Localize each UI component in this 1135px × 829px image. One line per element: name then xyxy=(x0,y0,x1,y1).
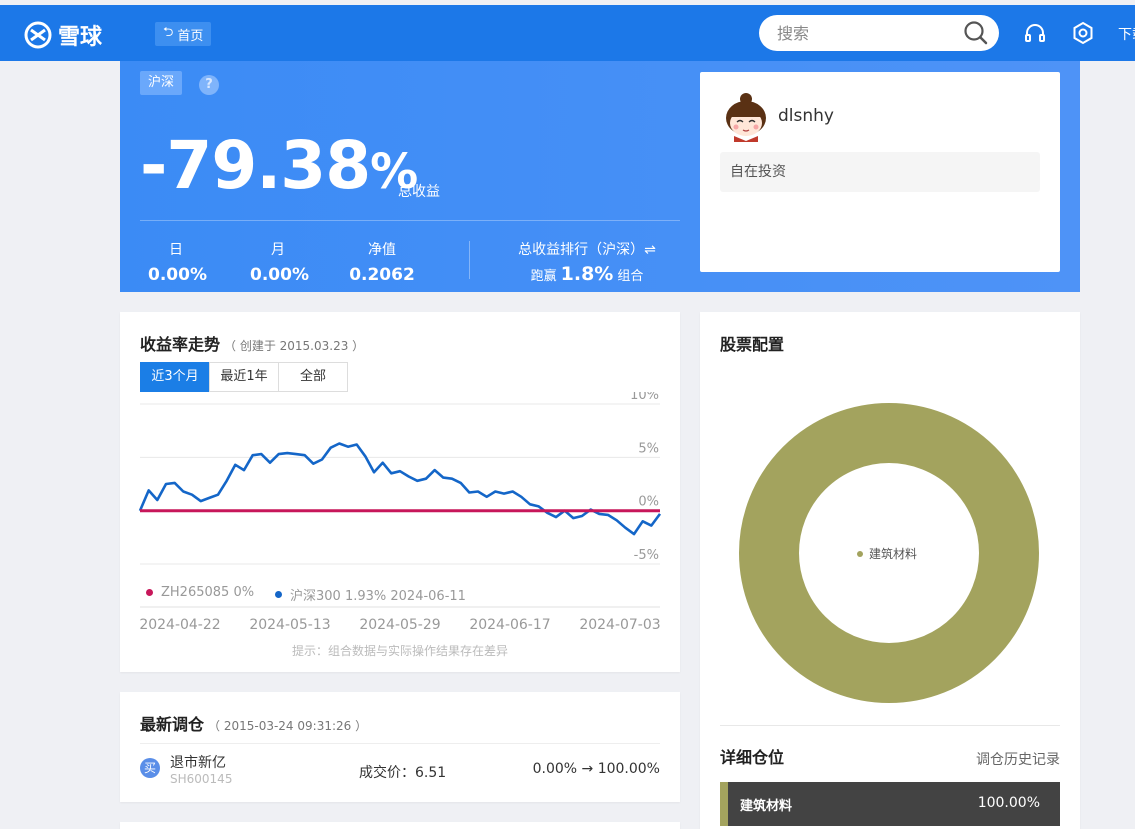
trend-title-text: 收益率走势 xyxy=(140,335,221,354)
avatar[interactable] xyxy=(724,92,768,142)
x-tick-label: 2024-04-22 xyxy=(139,617,220,632)
donut-label-dot xyxy=(857,550,863,557)
data-disclaimer: 提示：组合数据与实际操作结果存在差异 xyxy=(291,644,508,658)
latest-rebalance-card: 最新调仓（ 2015-03-24 09:31:26 ） 买 退市新亿 SH600… xyxy=(120,692,680,802)
search-icon[interactable] xyxy=(963,20,989,46)
divider xyxy=(720,725,1060,726)
stat-value: 0.2062 xyxy=(349,265,415,285)
tab-1-year[interactable]: 最近1年 xyxy=(209,362,279,392)
legend-item-index[interactable]: 沪深300 1.93% 2024-06-11 xyxy=(275,585,466,604)
x-tick-label: 2024-05-29 xyxy=(359,617,440,632)
stat-label: 日 xyxy=(169,242,183,258)
range-tabs: 近3个月 最近1年 全部 xyxy=(140,362,348,392)
total-return-label: 总收益 xyxy=(398,184,440,200)
legend-text: 沪深300 1.93% 2024-06-11 xyxy=(290,589,466,604)
next-card xyxy=(120,822,680,829)
user-card: dlsnhy 自在投资 xyxy=(700,72,1060,272)
top-nav-bar: 雪球 ⮌ 首页 下载 xyxy=(0,5,1135,61)
rank-label: 总收益排行（沪深）⇌ xyxy=(518,242,656,258)
stat-value: 0.00% xyxy=(250,265,309,285)
rebalance-history-link[interactable]: 调仓历史记录 xyxy=(976,749,1060,769)
weight-change: 0.00% → 100.00% xyxy=(532,761,660,777)
rank-line: 跑赢 1.8% 组合 xyxy=(492,263,682,285)
x-tick-label: 2024-05-13 xyxy=(249,617,330,632)
download-link[interactable]: 下载 xyxy=(1118,24,1135,44)
y-tick-label: -5% xyxy=(634,548,659,563)
holding-name: 建筑材料 xyxy=(740,799,793,814)
home-label: 首页 xyxy=(177,28,204,44)
logo-icon xyxy=(24,21,52,49)
holdings-title: 详细仓位 xyxy=(720,748,785,767)
username[interactable]: dlsnhy xyxy=(778,106,834,126)
logo-text: 雪球 xyxy=(58,25,103,50)
legend-text: ZH265085 0% xyxy=(161,585,255,600)
x-tick-label: 2024-06-17 xyxy=(469,617,550,632)
buy-icon: 买 xyxy=(140,758,160,778)
rebalance-time: （ 2015-03-24 09:31:26 ） xyxy=(208,719,368,733)
home-button[interactable]: ⮌ 首页 xyxy=(155,22,212,46)
user-bio: 自在投资 xyxy=(720,152,1040,192)
xueqiu-logo[interactable]: 雪球 xyxy=(24,19,102,51)
holding-color-stripe xyxy=(720,782,728,826)
total-return-number: -79.38 xyxy=(140,127,371,204)
divider xyxy=(140,743,660,744)
rank-value: 1.8% xyxy=(560,263,614,285)
y-tick-label: 5% xyxy=(638,441,659,456)
back-arrow-icon: ⮌ xyxy=(163,25,174,40)
x-tick-label: 2024-07-03 xyxy=(579,617,660,632)
stat-label: 月 xyxy=(271,242,285,258)
market-tag: 沪深 xyxy=(140,71,183,95)
settings-icon[interactable] xyxy=(1071,21,1095,45)
total-return-value: -79.38% xyxy=(140,133,418,199)
headset-icon[interactable] xyxy=(1023,21,1047,45)
search-input[interactable] xyxy=(777,23,963,43)
donut-label: 建筑材料 xyxy=(857,545,917,562)
holding-row[interactable]: 建筑材料 100.00% xyxy=(720,782,1060,826)
rebalance-title: 最新调仓（ 2015-03-24 09:31:26 ） xyxy=(140,711,367,735)
stat-value: 0.00% xyxy=(148,265,207,285)
stat-separator xyxy=(469,241,470,279)
search-box xyxy=(759,15,999,51)
legend-dot xyxy=(146,589,153,596)
legend-dot xyxy=(275,591,282,598)
stat-nav: 净值 0.2062 xyxy=(348,239,416,285)
rebalance-title-text: 最新调仓 xyxy=(140,715,205,734)
return-rank[interactable]: 总收益排行（沪深）⇌ 跑赢 1.8% 组合 xyxy=(492,239,682,285)
rank-prefix: 跑赢 xyxy=(530,269,557,284)
stat-monthly: 月 0.00% xyxy=(250,239,309,285)
y-tick-label: 10% xyxy=(630,392,659,403)
trade-price: 成交价：6.51 xyxy=(359,765,447,781)
stock-code: SH600145 xyxy=(170,772,233,786)
created-date: （ 创建于 2015.03.23 ） xyxy=(224,339,365,353)
legend-item-portfolio[interactable]: ZH265085 0% xyxy=(146,585,254,600)
donut-label-text: 建筑材料 xyxy=(869,547,918,561)
trend-title: 收益率走势（ 创建于 2015.03.23 ） xyxy=(140,331,364,355)
stat-label: 净值 xyxy=(368,242,396,258)
stat-daily: 日 0.00% xyxy=(148,239,207,285)
allocation-donut-chart xyxy=(739,403,1039,703)
stock-allocation-card: 股票配置 建筑材料 详细仓位 调仓历史记录 建筑材料 100.00% xyxy=(700,312,1080,829)
tab-all[interactable]: 全部 xyxy=(278,362,348,392)
y-tick-label: 0% xyxy=(638,495,659,510)
return-trend-card: 收益率走势（ 创建于 2015.03.23 ） 近3个月 最近1年 全部 10%… xyxy=(120,312,680,672)
hero-divider xyxy=(140,220,680,221)
help-icon[interactable]: ? xyxy=(199,75,219,95)
tab-3-months[interactable]: 近3个月 xyxy=(140,362,210,392)
holding-pct: 100.00% xyxy=(977,795,1040,811)
rank-suffix: 组合 xyxy=(617,269,644,284)
stock-name[interactable]: 退市新亿 xyxy=(170,752,226,772)
